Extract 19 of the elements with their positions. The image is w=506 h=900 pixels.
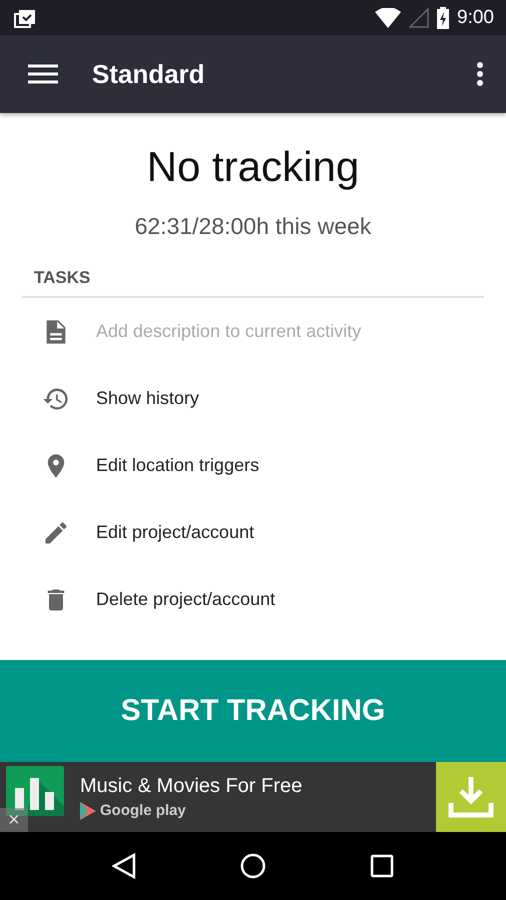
tracking-status: No tracking [146,143,360,191]
section-heading: TASKS [22,268,484,298]
wifi-icon [375,8,402,28]
task-item[interactable]: Edit location triggers [96,455,260,476]
app-bar-title: Standard [92,58,206,90]
task-item[interactable]: Delete project/account [96,589,276,610]
ad-app-logo [6,766,64,816]
clock-time: 9:00 [457,6,494,28]
task-item[interactable]: Edit project/account [96,522,254,543]
start-tracking-button[interactable]: START TRACKING [0,660,506,762]
weekly-total: 62:31/28:00h this week [134,213,372,240]
store-label: Google play [100,802,186,819]
clipboard-check-icon [14,8,36,28]
ad-title: Music & Movies For Free [80,774,304,798]
battery-icon [437,6,450,28]
task-item[interactable]: Show history [96,388,200,409]
close-ad-button[interactable]: × [0,808,28,832]
signal-icon [409,8,430,28]
play-store-icon [80,802,96,820]
